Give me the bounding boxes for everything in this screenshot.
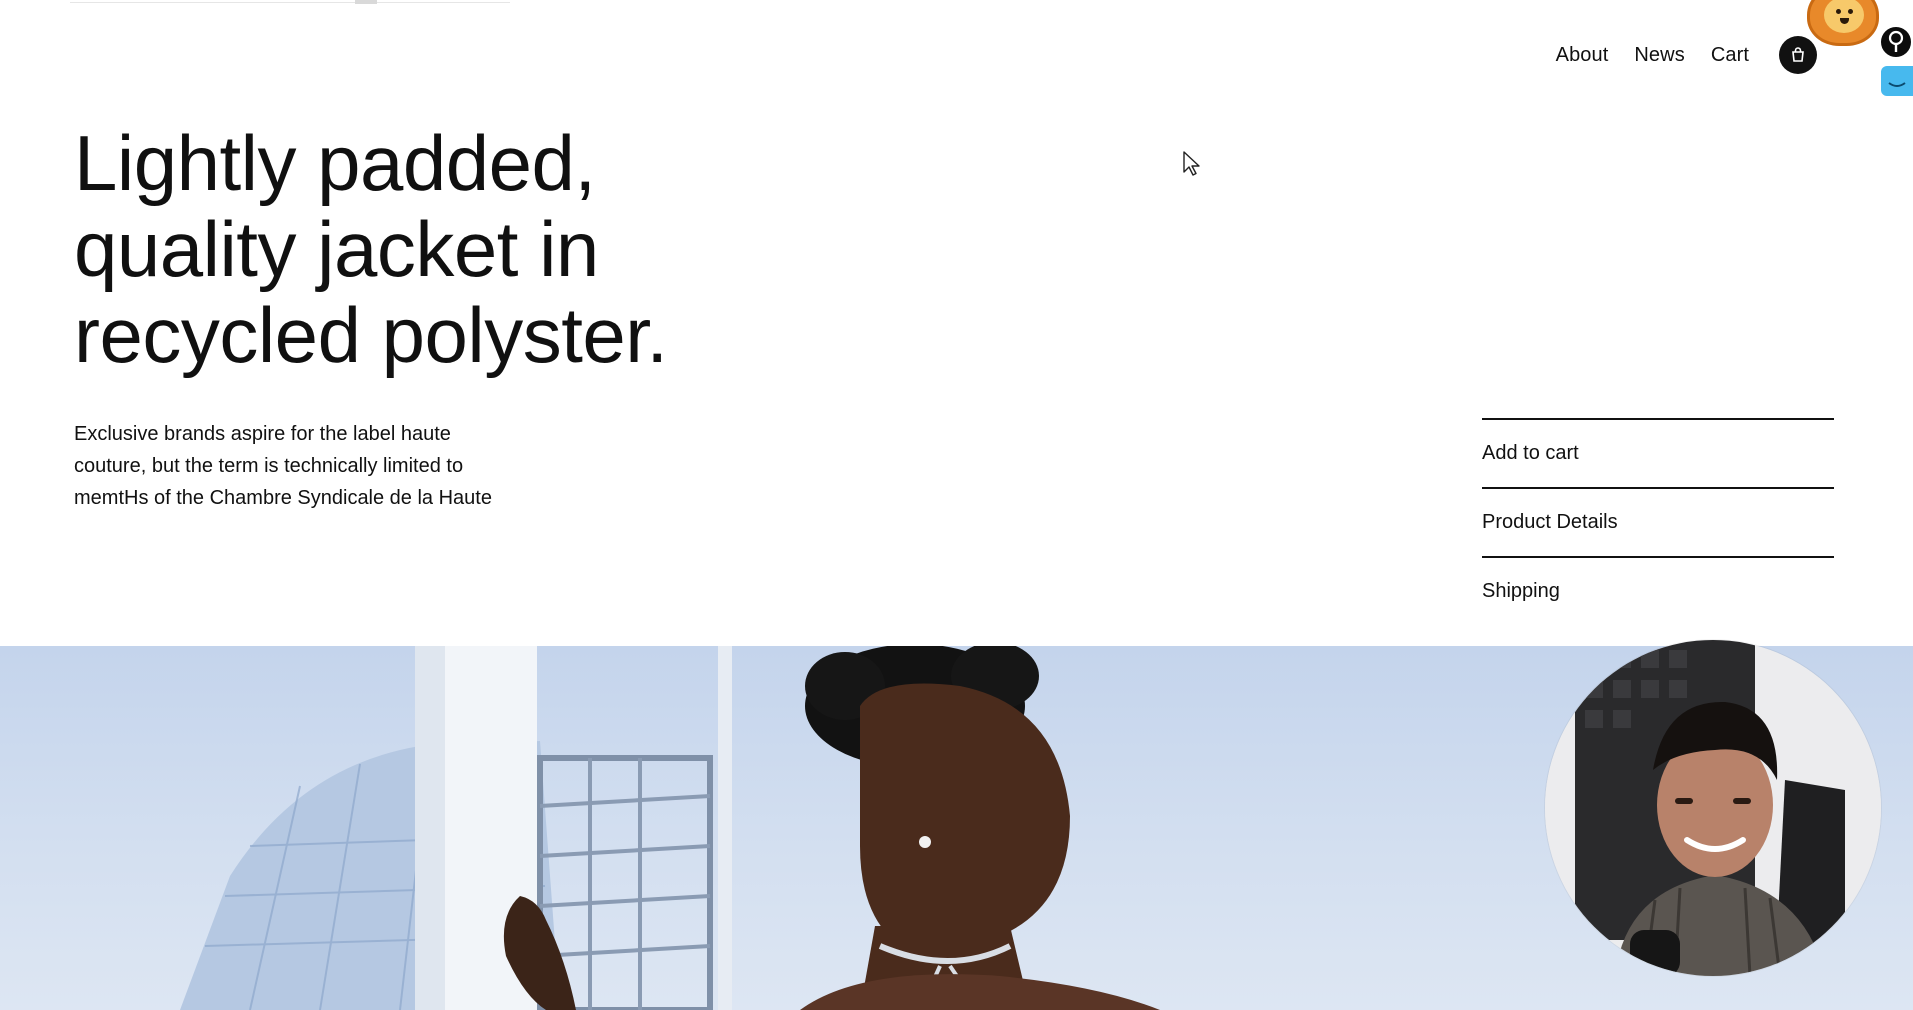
webcam-overlay [1545,640,1881,976]
extension-tab-icon[interactable] [1881,66,1913,96]
shopping-bag-icon[interactable] [1779,36,1817,74]
add-to-cart-button[interactable]: Add to cart [1482,418,1834,487]
lion-mascot-icon[interactable] [1807,0,1879,46]
mouse-pointer-icon [1183,151,1200,176]
nav-cart-link[interactable]: Cart [1711,44,1749,67]
headline-line: recycled polyster. [74,291,668,379]
top-divider [70,2,510,3]
product-details-toggle[interactable]: Product Details [1482,487,1834,556]
headline-line: quality jacket in [74,205,599,293]
nav-news-link[interactable]: News [1634,44,1684,67]
description-line: Exclusive brands aspire for the label ha… [74,423,451,445]
description-line: couture, but the term is technically lim… [74,455,464,477]
product-description: Exclusive brands aspire for the label ha… [74,418,594,514]
shipping-toggle[interactable]: Shipping [1482,556,1834,625]
main-nav: About News Cart [1556,36,1817,74]
description-line: memtHs of the Chambre Syndicale de la Ha… [74,487,492,509]
product-accordion: Add to cart Product Details Shipping [1482,418,1834,625]
key-icon[interactable] [1879,25,1913,59]
nav-about-link[interactable]: About [1556,44,1609,67]
top-divider-mark [355,0,377,4]
headline-line: Lightly padded, [74,119,596,207]
product-page: About News Cart Lightly padded, quality … [0,0,1913,1010]
product-headline: Lightly padded, quality jacket in recycl… [74,120,834,378]
